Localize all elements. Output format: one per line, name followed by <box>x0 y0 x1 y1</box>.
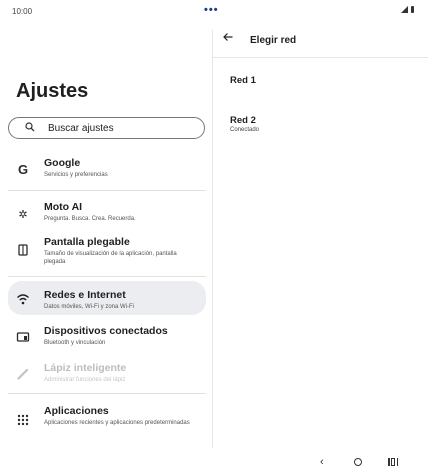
item-title: Moto AI <box>44 201 83 213</box>
settings-item-lapiz: Lápiz inteligente Administrar funciones … <box>8 355 206 389</box>
wifi-icon <box>17 294 29 305</box>
status-bar: 10:00 ••• <box>0 0 428 24</box>
network-pane-title: Elegir red <box>250 35 297 46</box>
navigation-bar: ‹ <box>0 452 428 476</box>
battery-icon <box>411 6 414 13</box>
item-title: Aplicaciones <box>44 405 109 417</box>
settings-item-aplicaciones[interactable]: Aplicaciones Aplicaciones recientes y ap… <box>8 399 206 439</box>
item-subtitle: Bluetooth y vinculación <box>44 340 106 346</box>
nav-home-icon[interactable] <box>354 458 362 466</box>
connected-devices-icon <box>16 332 30 342</box>
item-subtitle: Aplicaciones recientes y aplicaciones pr… <box>44 420 190 426</box>
item-subtitle: Pregunta. Busca. Crea. Recuerda. <box>44 216 136 222</box>
network-name: Red 1 <box>230 75 256 86</box>
nav-recents-icon[interactable] <box>388 458 398 466</box>
item-subtitle: Administrar funciones del lápiz <box>44 377 126 383</box>
header-divider <box>213 57 428 58</box>
item-title: Pantalla plegable <box>44 236 130 248</box>
item-title: Lápiz inteligente <box>44 362 127 374</box>
status-dots: ••• <box>204 4 219 16</box>
settings-item-moto-ai[interactable]: ✲ Moto AI Pregunta. Busca. Crea. Recuerd… <box>8 196 206 230</box>
search-placeholder: Buscar ajustes <box>48 123 114 134</box>
item-title: Redes e Internet <box>44 289 126 301</box>
settings-pane: Ajustes Buscar ajustes G Google Servicio… <box>0 24 212 452</box>
status-time: 10:00 <box>12 7 33 16</box>
status-icons <box>401 6 414 13</box>
moto-ai-icon: ✲ <box>18 208 28 221</box>
network-name: Red 2 <box>230 115 256 126</box>
network-status: Conectado <box>230 127 260 133</box>
search-icon <box>25 122 35 132</box>
settings-item-pantalla-plegable[interactable]: Pantalla plegable Tamaño de visualizació… <box>8 231 206 271</box>
pen-icon <box>17 368 29 380</box>
apps-grid-icon <box>17 414 29 426</box>
divider <box>8 393 206 394</box>
settings-item-dispositivos[interactable]: Dispositivos conectados Bluetooth y vinc… <box>8 318 206 352</box>
nav-back-icon[interactable]: ‹ <box>320 456 324 468</box>
signal-icon <box>401 6 408 13</box>
item-subtitle: Servicios y preferencias <box>44 172 108 178</box>
item-subtitle: Datos móviles, Wi-Fi y zona Wi-Fi <box>44 304 135 310</box>
back-arrow-icon[interactable] <box>223 32 233 42</box>
search-input[interactable]: Buscar ajustes <box>8 117 205 139</box>
item-title: Dispositivos conectados <box>44 325 168 337</box>
foldable-icon <box>18 244 28 256</box>
item-subtitle: Tamaño de visualización de la aplicación… <box>44 251 177 265</box>
network-item-red-2[interactable]: Red 2 Conectado <box>213 108 428 138</box>
divider <box>8 190 206 191</box>
network-item-red-1[interactable]: Red 1 <box>213 68 428 92</box>
page-title: Ajustes <box>16 80 89 102</box>
settings-item-redes[interactable]: Redes e Internet Datos móviles, Wi-Fi y … <box>8 281 206 315</box>
item-title: Google <box>44 157 81 169</box>
network-pane: Elegir red Red 1 Red 2 Conectado <box>213 24 428 452</box>
settings-item-google[interactable]: G Google Servicios y preferencias <box>8 151 206 185</box>
divider <box>8 276 206 277</box>
google-icon: G <box>17 161 29 177</box>
